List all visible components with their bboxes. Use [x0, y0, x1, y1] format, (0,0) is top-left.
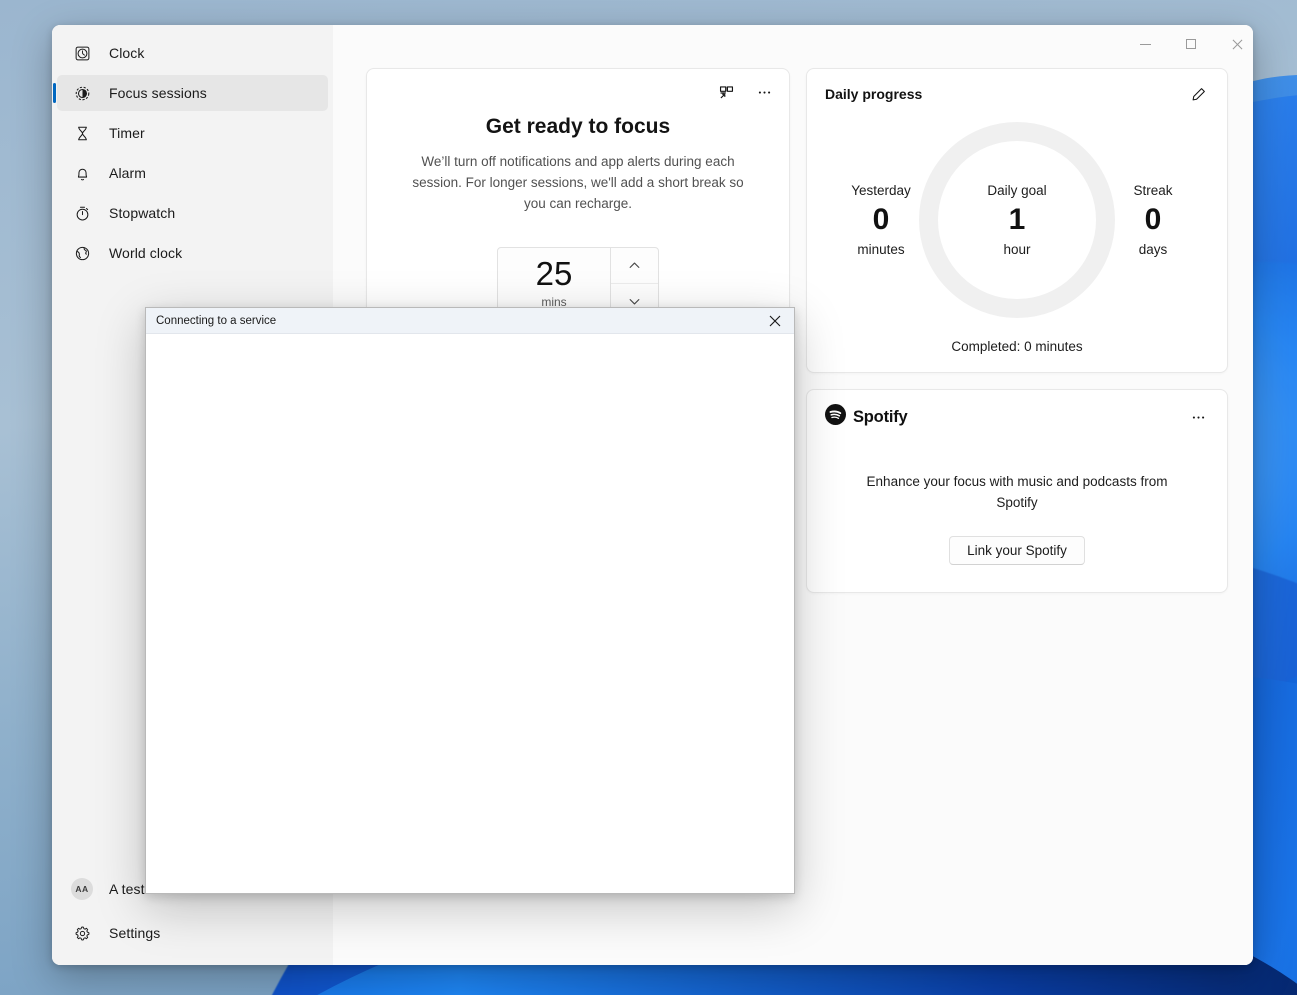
- focus-card-title: Get ready to focus: [485, 115, 671, 138]
- desktop-background: Clock Focus sessions Timer Alarm Stopwat…: [0, 0, 1297, 995]
- daily-progress-header: Daily progress: [825, 83, 1209, 105]
- daily-goal-unit: hour: [1003, 242, 1031, 257]
- daily-goal-ring: Daily goal 1 hour: [919, 122, 1115, 318]
- minimize-button[interactable]: [1122, 25, 1168, 63]
- stat-unit: minutes: [857, 242, 905, 257]
- focus-card-description: We’ll turn off notifications and app ale…: [412, 154, 744, 211]
- sidebar-item-label: Clock: [109, 45, 145, 61]
- alarm-icon: [71, 162, 93, 184]
- daily-goal-content: Daily goal 1 hour: [957, 183, 1077, 257]
- settings-label: Settings: [109, 925, 161, 941]
- session-length-value: 25: [535, 255, 573, 292]
- spotify-description: Enhance your focus with music and podcas…: [866, 474, 1168, 510]
- stat-label: Streak: [1133, 183, 1173, 198]
- sidebar-item-label: Focus sessions: [109, 85, 207, 101]
- sidebar-item-label: Alarm: [109, 165, 147, 181]
- focus-sessions-icon: [71, 82, 93, 104]
- spotify-more-options-icon[interactable]: [1187, 406, 1209, 428]
- focus-card-actions: [715, 81, 775, 103]
- spotify-card: Spotify Enhance your focus with music an…: [806, 389, 1228, 593]
- sidebar-item-clock[interactable]: Clock: [57, 35, 328, 71]
- sidebar-item-world-clock[interactable]: World clock: [57, 235, 328, 271]
- dialog-content-area[interactable]: [146, 334, 794, 893]
- close-icon[interactable]: [756, 308, 794, 333]
- sidebar-item-timer[interactable]: Timer: [57, 115, 328, 151]
- mini-view-icon[interactable]: [715, 81, 737, 103]
- stat-value: 0: [1144, 203, 1162, 236]
- maximize-button[interactable]: [1168, 25, 1214, 63]
- link-spotify-button[interactable]: Link your Spotify: [949, 536, 1085, 565]
- daily-progress-card: Daily progress Yesterday 0 minutes Daily…: [806, 68, 1228, 373]
- spotify-wordmark: Spotify: [853, 407, 908, 426]
- dialog-title: Connecting to a service: [156, 314, 277, 327]
- spotify-brand: Spotify: [825, 404, 908, 430]
- sidebar-item-label: Timer: [109, 125, 145, 141]
- daily-goal-value: 1: [1008, 203, 1026, 236]
- timer-icon: [71, 122, 93, 144]
- sidebar-item-focus-sessions[interactable]: Focus sessions: [53, 75, 328, 111]
- close-button[interactable]: [1214, 25, 1253, 63]
- spotify-logo-icon: [825, 404, 846, 430]
- more-options-icon[interactable]: [753, 81, 775, 103]
- gear-icon: [71, 922, 93, 944]
- connecting-to-service-dialog: Connecting to a service: [145, 307, 795, 894]
- stat-unit: days: [1138, 242, 1168, 257]
- daily-progress-title: Daily progress: [825, 86, 923, 102]
- sidebar-item-label: World clock: [109, 245, 183, 261]
- daily-progress-body: Yesterday 0 minutes Daily goal 1 hour St…: [825, 105, 1209, 335]
- stopwatch-icon: [71, 202, 93, 224]
- spotify-card-header: Spotify: [825, 404, 1209, 430]
- window-titlebar: [1122, 25, 1253, 63]
- stat-label: Yesterday: [851, 183, 911, 198]
- stat-yesterday: Yesterday 0 minutes: [837, 183, 925, 257]
- right-column: Daily progress Yesterday 0 minutes Daily…: [806, 68, 1228, 593]
- stat-streak: Streak 0 days: [1109, 183, 1197, 257]
- clock-icon: [71, 42, 93, 64]
- dialog-titlebar: Connecting to a service: [146, 308, 794, 334]
- avatar: AA: [71, 878, 93, 900]
- sidebar-item-stopwatch[interactable]: Stopwatch: [57, 195, 328, 231]
- completed-text: Completed: 0 minutes: [951, 339, 1083, 354]
- sidebar-item-settings[interactable]: Settings: [57, 915, 328, 951]
- stat-value: 0: [872, 203, 890, 236]
- daily-goal-label: Daily goal: [987, 183, 1047, 198]
- sidebar-item-label: Stopwatch: [109, 205, 176, 221]
- pencil-icon[interactable]: [1187, 83, 1209, 105]
- sidebar-item-alarm[interactable]: Alarm: [57, 155, 328, 191]
- chevron-up-icon[interactable]: [611, 248, 658, 283]
- world-clock-icon: [71, 242, 93, 264]
